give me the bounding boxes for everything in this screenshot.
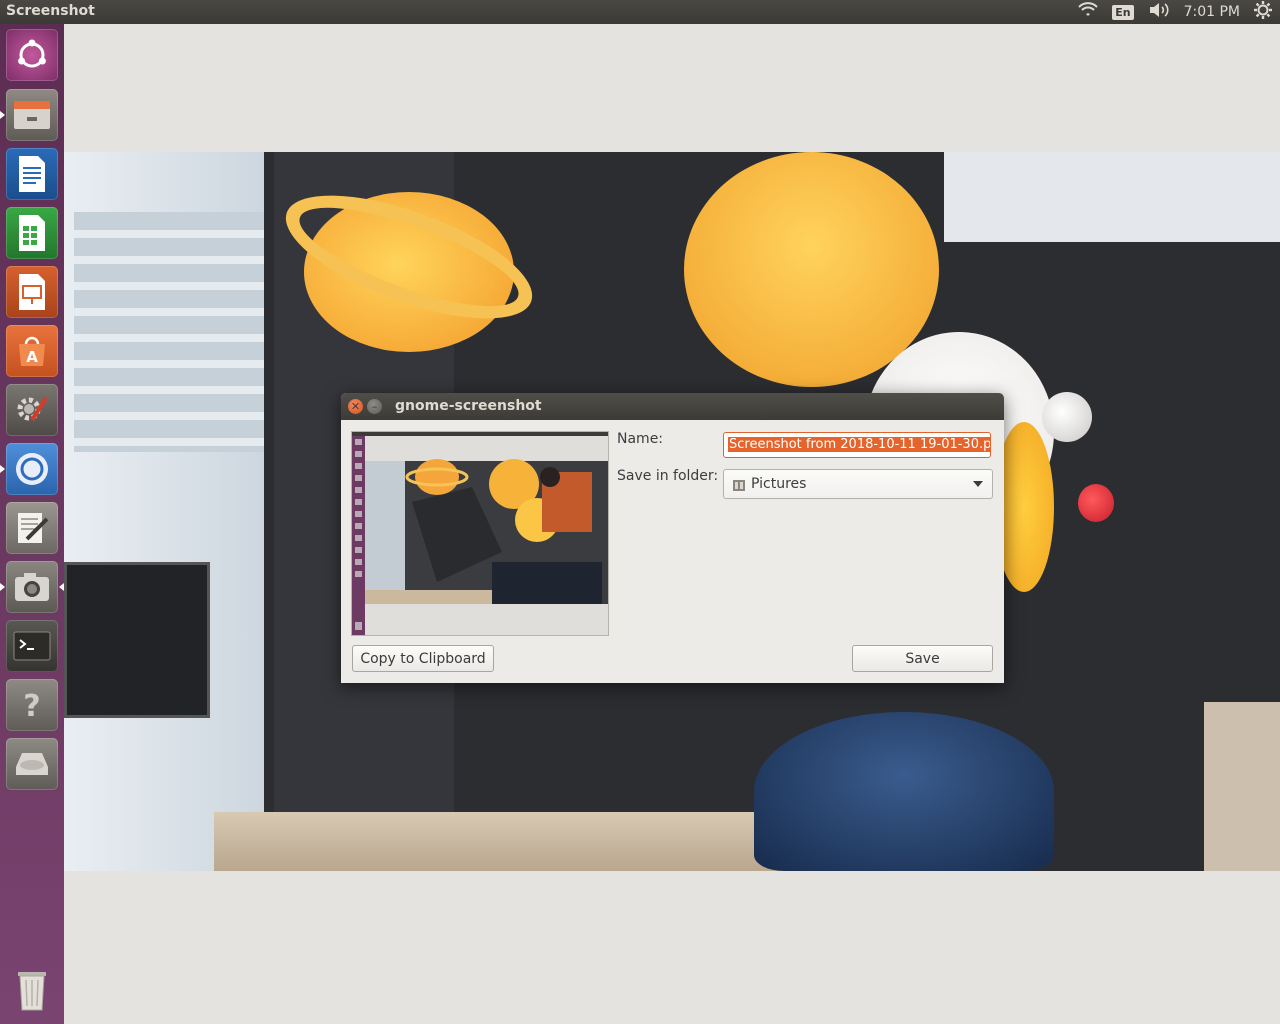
screenshot-icon[interactable] [6,561,58,613]
name-label: Name: [617,431,664,447]
drive-icon[interactable] [6,738,58,790]
gear-icon[interactable] [1254,1,1272,23]
libreoffice-impress-icon[interactable] [6,266,58,318]
top-panel: Screenshot En 7:01 PM [0,0,1280,24]
libreoffice-writer-icon[interactable] [6,148,58,200]
keyboard-layout-indicator[interactable]: En [1112,4,1134,20]
chevron-down-icon [973,481,983,487]
system-settings-icon[interactable] [6,384,58,436]
dialog-title: gnome-screenshot [395,398,542,414]
wifi-icon[interactable] [1078,2,1098,22]
svg-text:?: ? [23,689,40,724]
ubuntu-dash-icon[interactable] [6,29,58,81]
save-folder-select[interactable]: Pictures [723,469,993,499]
clock[interactable]: 7:01 PM [1184,4,1240,20]
volume-icon[interactable] [1148,2,1170,22]
screenshot-preview [351,431,609,636]
close-icon[interactable]: ✕ [348,399,363,414]
save-folder-label: Save in folder: [617,468,719,484]
launcher: A ? [0,24,64,1024]
chromium-icon[interactable] [6,443,58,495]
minimize-icon[interactable]: – [367,399,382,414]
indicator-area: En 7:01 PM [1078,0,1272,24]
libreoffice-calc-icon[interactable] [6,207,58,259]
trash-icon[interactable] [6,964,58,1016]
filename-field[interactable]: Screenshot from 2018-10-11 19-01-30.png [723,432,991,458]
dialog-titlebar[interactable]: ✕ – gnome-screenshot [341,393,1004,420]
files-icon[interactable] [6,89,58,141]
help-icon[interactable]: ? [6,679,58,731]
copy-to-clipboard-button[interactable]: Copy to Clipboard [352,645,494,672]
active-app-title: Screenshot [6,3,95,19]
running-indicator [0,583,5,591]
save-folder-value: Pictures [751,476,807,492]
running-indicator [0,111,5,119]
save-screenshot-dialog: ✕ – gnome-screenshot Name: Screenshot fr… [341,393,1004,683]
svg-text:A: A [26,348,38,366]
filename-value[interactable]: Screenshot from 2018-10-11 19-01-30.png [728,437,990,452]
folder-icon [732,478,746,496]
save-button[interactable]: Save [852,645,993,672]
terminal-icon[interactable] [6,620,58,672]
software-center-icon[interactable]: A [6,325,58,377]
running-indicator [0,465,5,473]
text-editor-icon[interactable] [6,502,58,554]
